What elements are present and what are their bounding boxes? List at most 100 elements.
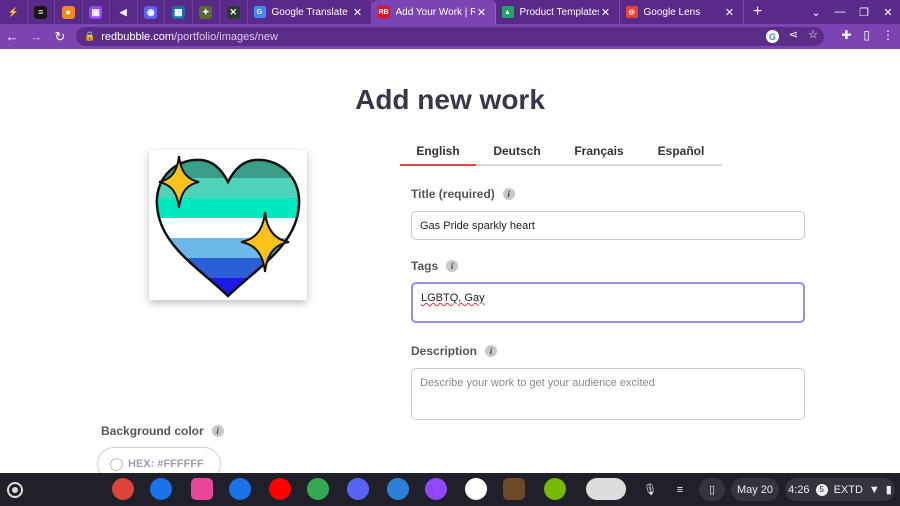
spotify-icon: ≡ [34, 5, 48, 19]
tab-title: Add Your Work | Redb [395, 6, 475, 18]
language-tab[interactable]: English [400, 141, 476, 166]
capcut-app-icon[interactable] [465, 478, 487, 500]
info-icon[interactable]: i [485, 345, 498, 357]
status-tray[interactable]: 4:26 5 EXTD ▼ ▮ [785, 478, 895, 501]
tags-input[interactable]: LGBTQ, Gay [411, 282, 805, 323]
pinned-tab[interactable]: ≡ [28, 0, 55, 24]
minimize-icon[interactable]: — [828, 6, 852, 18]
gallery-app-icon[interactable] [191, 478, 213, 500]
game-icon: ✦ [199, 5, 213, 19]
close-tab-icon[interactable]: ✕ [599, 6, 613, 19]
twitch-app-icon[interactable] [425, 478, 447, 500]
window-controls: ⌄ — ❐ ✕ [804, 0, 900, 24]
description-label: Description i [411, 344, 498, 358]
tab-search-icon[interactable]: ⌄ [804, 6, 828, 19]
background-color-label: Background color i [101, 424, 224, 438]
profiles-icon[interactable] [586, 478, 626, 500]
tab-strip: ⚡ ≡ ● ▣ ◀ ◉ ▦ ✦ ✕ G Google Translate ✕ RB Add Your W… [0, 0, 900, 24]
forward-icon[interactable]: → [24, 29, 48, 44]
browser-toolbar: ← → ↻ 🔒 redbubble.com/portfolio/images/n… [0, 24, 900, 49]
tab-favicon-icon: ▲ [501, 6, 514, 18]
description-textarea[interactable]: Describe your work to get your audience … [411, 368, 805, 420]
pinned-tab[interactable]: ● [55, 0, 83, 24]
youtube-app-icon[interactable] [269, 478, 291, 500]
artwork-preview [149, 150, 307, 300]
page-title: Add new work [355, 84, 545, 115]
side-panel-icon[interactable]: ▯ [863, 28, 870, 42]
microphone-icon[interactable]: 🎙 [637, 478, 663, 501]
lock-icon[interactable]: 🔒 [84, 31, 95, 42]
pinned-tab[interactable]: ▦ [165, 0, 193, 24]
tags-label: Tags i [411, 259, 459, 273]
minecraft-app-icon[interactable] [503, 478, 525, 500]
pinned-tab[interactable]: ✕ [220, 0, 248, 24]
tab-favicon-icon: ◎ [625, 6, 638, 18]
bookmark-star-icon[interactable]: ☆ [808, 28, 818, 43]
url-text: redbubble.com/portfolio/images/new [101, 30, 278, 43]
close-window-icon[interactable]: ✕ [876, 6, 900, 19]
language-tab[interactable]: Español [640, 141, 722, 164]
tab-title: Google Translate [271, 6, 348, 18]
wifi-icon: ▼ [868, 483, 880, 496]
date-pill[interactable]: May 20 [731, 478, 779, 501]
close-tab-icon[interactable]: ✕ [351, 6, 365, 19]
tab-favicon-icon: RB [377, 6, 390, 18]
phone-hub-icon[interactable]: ▯ [699, 478, 725, 501]
battery-icon: ▮ [885, 484, 892, 496]
pinned-tab[interactable]: ⚡ [0, 0, 28, 24]
x-app-icon: ✕ [226, 5, 240, 19]
grid-app-icon: ▦ [171, 5, 185, 19]
heart-stripe [156, 198, 300, 219]
heart-stripe [156, 218, 300, 239]
tab-title: Google Lens [643, 6, 701, 18]
playlist-icon[interactable]: ≡ [667, 478, 693, 501]
play-store-app-icon[interactable] [307, 478, 329, 500]
restore-icon[interactable]: ❐ [852, 6, 876, 19]
google-icon[interactable]: G [765, 30, 779, 43]
os-shelf: 🎙 ≡ ▯ May 20 4:26 5 EXTD ▼ ▮ [0, 473, 900, 506]
menu-icon[interactable]: ⋮ [882, 28, 894, 42]
browser-tab[interactable]: ◎ Google Lens ✕ [620, 0, 744, 24]
address-bar[interactable]: 🔒 redbubble.com/portfolio/images/new G ⋖… [76, 27, 824, 46]
nvidia-app-icon[interactable] [544, 478, 566, 500]
tab-title: Product Templates [519, 6, 599, 18]
heart-artwork [155, 155, 301, 298]
files-app-icon[interactable] [150, 478, 172, 500]
tab-list: GGoogle Translate✕RBAdd Your Work | Redb… [248, 0, 744, 24]
ibis-paint-app-icon[interactable] [387, 478, 409, 500]
info-icon[interactable]: i [211, 425, 224, 437]
pinned-tab[interactable]: ▣ [83, 0, 110, 24]
browser-tab[interactable]: RB Add Your Work | Redb✕ [371, 0, 496, 24]
chrome-app-icon[interactable] [112, 478, 134, 500]
notification-count: 5 [815, 483, 828, 496]
language-tab[interactable]: Français [558, 141, 640, 164]
pinned-tab[interactable]: ◉ [138, 0, 165, 24]
browser-tab[interactable]: G Google Translate ✕ [248, 0, 372, 24]
share-icon[interactable]: ⋖ [789, 28, 798, 43]
messages-app-icon[interactable] [229, 478, 251, 500]
extensions-icon[interactable]: ✚ [841, 28, 851, 42]
network-label: EXTD [833, 483, 863, 496]
info-icon[interactable]: i [502, 188, 515, 200]
tab-favicon-icon: G [253, 6, 266, 18]
twitch-icon: ▣ [89, 5, 103, 19]
pinned-tab[interactable]: ✦ [193, 0, 220, 24]
color-swatch[interactable] [110, 457, 123, 471]
launcher-icon[interactable] [7, 482, 23, 498]
close-tab-icon[interactable]: ✕ [475, 6, 489, 19]
pinned-tab[interactable]: ◀ [110, 0, 138, 24]
language-tabs: English Deutsch Français Español [400, 141, 722, 166]
close-tab-icon[interactable]: ✕ [723, 6, 737, 19]
discord-icon: ◉ [144, 5, 158, 19]
reload-icon[interactable]: ↻ [48, 29, 72, 45]
back-icon[interactable]: ← [0, 29, 24, 44]
discord-app-icon[interactable] [347, 478, 369, 500]
title-input[interactable]: Gas Pride sparkly heart [411, 211, 805, 240]
pumpkin-icon: ● [61, 5, 75, 19]
language-tab[interactable]: Deutsch [476, 141, 558, 164]
new-tab-button[interactable]: + [744, 0, 772, 24]
browser-tab[interactable]: ▲ Product Templates ✕ [496, 0, 620, 24]
page-content: Add new work English Deutsch Français Españ… [0, 49, 900, 481]
info-icon[interactable]: i [446, 260, 459, 272]
speaker-icon: ◀ [116, 5, 130, 19]
